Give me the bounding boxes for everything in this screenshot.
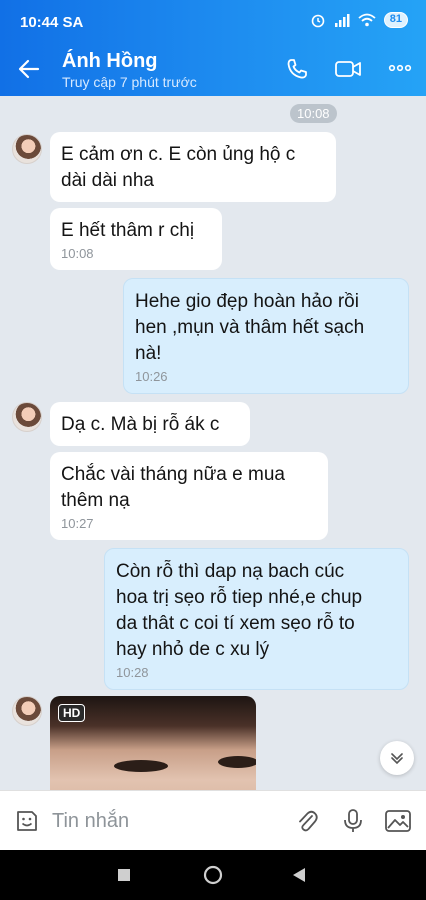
message-line: Chắc vài tháng nữa e mua	[61, 464, 285, 485]
contact-name[interactable]: Ánh Hồng	[62, 50, 158, 73]
signal-icon	[334, 14, 350, 27]
avatar[interactable]	[12, 402, 42, 432]
message-line: Còn rỗ thì dap nạ bach cúc	[116, 561, 345, 582]
date-stamp: 10:08	[290, 104, 337, 123]
message-line: E cảm ơn c. E còn ủng hộ c	[61, 144, 296, 165]
message-line: hay nhỏ de c xu lý	[116, 639, 270, 660]
photo-detail	[114, 760, 168, 772]
message-bubble[interactable]: E cảm ơn c. E còn ủng hộ c dài dài nha	[50, 132, 336, 202]
message-time: 10:28	[116, 665, 149, 680]
avatar[interactable]	[12, 134, 42, 164]
message-list[interactable]: 10:08 E cảm ơn c. E còn ủng hộ c dài dài…	[0, 96, 426, 790]
composer-bar: Tin nhắn	[0, 790, 426, 850]
message-input[interactable]: Tin nhắn	[52, 810, 129, 833]
hd-badge: HD	[58, 704, 86, 722]
sticker-icon[interactable]	[14, 808, 40, 834]
recent-apps-icon[interactable]	[117, 868, 131, 882]
message-time: 10:08	[61, 246, 94, 261]
home-icon[interactable]	[203, 865, 223, 885]
message-bubble[interactable]: E hết thâm r chị 10:08	[50, 208, 222, 270]
message-line: Hehe gio đẹp hoàn hảo rồi	[135, 291, 359, 312]
message-bubble[interactable]: Dạ c. Mà bị rỗ ák c	[50, 402, 250, 446]
message-line: da thât c coi tí xem sẹo rỗ to	[116, 613, 355, 634]
message-line: hen ,mụn và thâm hết sạch	[135, 317, 365, 338]
mic-icon[interactable]	[342, 808, 364, 834]
wifi-icon	[358, 13, 376, 27]
top-bar: 10:44 SA 81 Ánh Hồng Truy cập 7 phút trư…	[0, 0, 426, 96]
message-time: 10:26	[135, 369, 168, 384]
back-nav-icon[interactable]	[292, 867, 306, 883]
message-bubble[interactable]: Chắc vài tháng nữa e mua thêm nạ 10:27	[50, 452, 328, 540]
avatar[interactable]	[12, 696, 42, 726]
message-line: nà!	[135, 343, 162, 364]
status-icons: 81	[310, 12, 408, 28]
system-nav-bar	[0, 850, 426, 900]
message-line: Dạ c. Mà bị rỗ ák c	[61, 414, 220, 435]
alarm-icon	[311, 14, 325, 28]
message-line: thêm nạ	[61, 490, 130, 511]
photo-detail	[218, 756, 256, 768]
chat-header: Ánh Hồng Truy cập 7 phút trước	[0, 44, 426, 96]
phone-icon[interactable]	[285, 56, 309, 82]
image-icon[interactable]	[384, 808, 412, 834]
message-line: hoa trị sẹo rỗ tiep nhé,e chup	[116, 587, 363, 608]
chevron-down-icon	[391, 753, 403, 765]
more-icon[interactable]	[388, 64, 412, 72]
battery-indicator: 81	[383, 12, 408, 28]
last-seen-status: Truy cập 7 phút trước	[62, 74, 197, 90]
scroll-to-bottom-button[interactable]	[380, 741, 414, 775]
message-line: dài dài nha	[61, 170, 154, 191]
status-bar: 10:44 SA 81	[0, 0, 426, 44]
attach-icon[interactable]	[295, 808, 319, 834]
message-line: E hết thâm r chị	[61, 220, 195, 241]
message-time: 10:27	[61, 516, 94, 531]
message-bubble[interactable]: Còn rỗ thì dap nạ bach cúc hoa trị sẹo r…	[104, 548, 409, 690]
video-call-icon[interactable]	[334, 56, 362, 82]
status-time: 10:44 SA	[20, 14, 84, 31]
back-arrow-icon[interactable]	[18, 58, 40, 80]
photo-message[interactable]: HD	[50, 696, 256, 790]
message-bubble[interactable]: Hehe gio đẹp hoàn hảo rồi hen ,mụn và th…	[123, 278, 409, 394]
